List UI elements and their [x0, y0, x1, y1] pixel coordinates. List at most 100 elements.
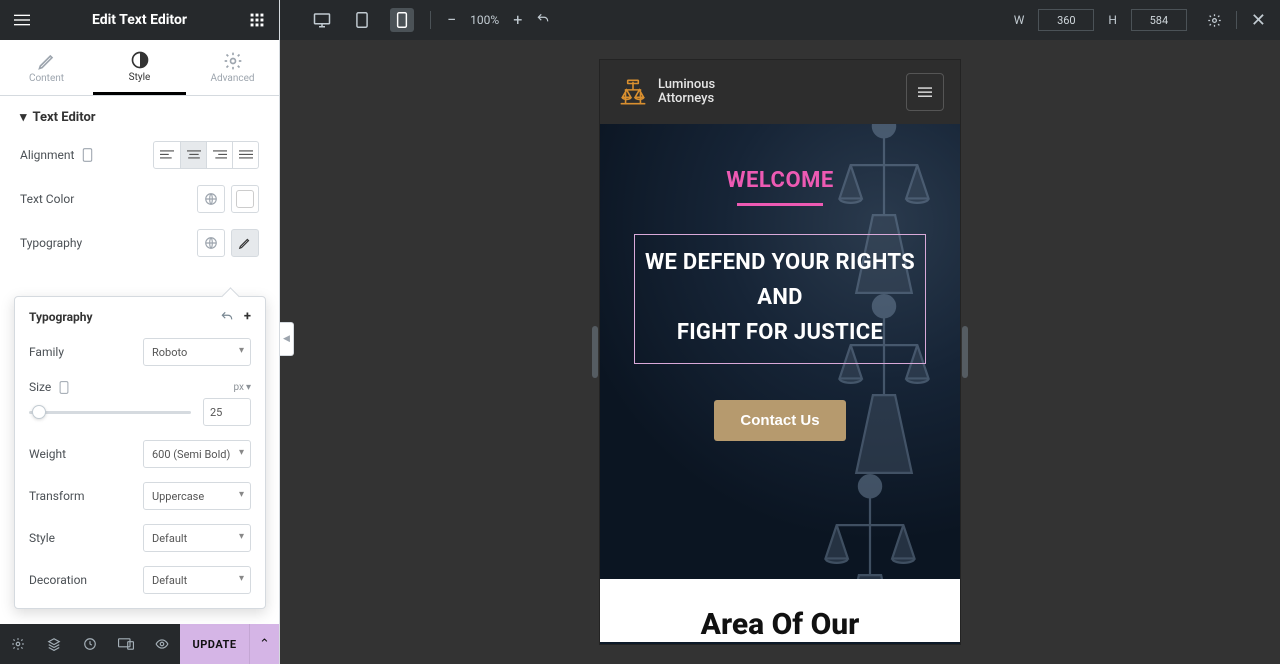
- undo-icon: [220, 310, 234, 324]
- hero-title-selected-element[interactable]: WE DEFEND YOUR RIGHTS AND FIGHT FOR JUST…: [634, 234, 926, 364]
- footer-responsive-button[interactable]: [108, 624, 144, 664]
- panel-tabs: Content Style Advanced: [0, 40, 279, 96]
- height-label: H: [1108, 13, 1117, 27]
- font-style-select[interactable]: Default: [143, 524, 251, 552]
- text-decoration-value: Default: [152, 574, 187, 587]
- tab-style-label: Style: [129, 72, 151, 83]
- apps-grid-button[interactable]: [243, 13, 271, 27]
- justice-statue-decoration: [810, 464, 930, 579]
- align-justify-button[interactable]: [232, 142, 258, 168]
- font-style-label: Style: [29, 531, 55, 545]
- font-size-value: 25: [210, 406, 222, 419]
- font-size-unit-select[interactable]: px ▾: [233, 382, 251, 393]
- align-left-button[interactable]: [154, 142, 180, 168]
- preview-canvas: Luminous Attorneys WELCOME: [280, 40, 1280, 664]
- update-button[interactable]: UPDATE: [180, 624, 249, 664]
- text-decoration-label: Decoration: [29, 573, 87, 587]
- font-size-slider[interactable]: [29, 411, 191, 414]
- color-swatch-white: [236, 190, 254, 208]
- hero-welcome-text[interactable]: WELCOME: [726, 168, 834, 193]
- responsive-device-icon[interactable]: [82, 148, 93, 162]
- footer-navigator-button[interactable]: [36, 624, 72, 664]
- zoom-reset-button[interactable]: [536, 12, 550, 29]
- panel-title: Edit Text Editor: [92, 12, 187, 28]
- eye-icon: [154, 637, 170, 651]
- device-mobile-button[interactable]: [390, 8, 414, 32]
- font-size-input[interactable]: 25: [203, 398, 251, 426]
- typography-popover: Typography + Family Roboto Size px ▾ 25: [14, 296, 266, 609]
- pencil-icon: [37, 51, 57, 71]
- typography-label: Typography: [20, 236, 82, 250]
- preview-resize-handle-left[interactable]: [592, 326, 598, 378]
- panel-collapse-handle[interactable]: ◀: [280, 322, 294, 356]
- tab-advanced[interactable]: Advanced: [186, 40, 279, 95]
- hamburger-icon: [916, 85, 934, 99]
- globe-icon: [204, 192, 218, 206]
- zoom-in-button[interactable]: +: [513, 12, 522, 28]
- hamburger-icon: [14, 12, 30, 28]
- topbar: − 100% + W 360 H 584 ✕: [280, 0, 1280, 40]
- popover-title: Typography: [29, 310, 93, 324]
- width-input[interactable]: 360: [1038, 9, 1094, 31]
- preview-resize-handle-right[interactable]: [962, 326, 968, 378]
- site-logo-line1: Luminous: [658, 78, 715, 92]
- footer-preview-button[interactable]: [144, 624, 180, 664]
- hero-welcome-underline: [737, 203, 823, 206]
- tab-style[interactable]: Style: [93, 40, 186, 95]
- devices-icon: [118, 637, 134, 651]
- text-color-label: Text Color: [20, 192, 74, 206]
- zoom-out-button[interactable]: −: [447, 12, 456, 28]
- align-right-button[interactable]: [206, 142, 232, 168]
- height-input[interactable]: 584: [1131, 9, 1187, 31]
- text-transform-select[interactable]: Uppercase: [143, 482, 251, 510]
- mobile-icon: [396, 12, 408, 28]
- site-logo[interactable]: Luminous Attorneys: [616, 75, 715, 109]
- panel-menu-button[interactable]: [8, 12, 36, 28]
- practice-area-section: Area Of Our: [600, 579, 960, 642]
- layers-icon: [47, 637, 61, 651]
- zoom-level: 100%: [470, 13, 499, 27]
- typography-edit-button[interactable]: [231, 229, 259, 257]
- contrast-icon: [130, 50, 150, 70]
- footer-history-button[interactable]: [72, 624, 108, 664]
- device-tablet-button[interactable]: [350, 8, 374, 32]
- align-center-button[interactable]: [180, 142, 206, 168]
- update-options-button[interactable]: ⌃: [249, 624, 279, 664]
- section-title-texteditor[interactable]: ▾ Text Editor: [20, 110, 259, 125]
- section2-title[interactable]: Area Of Our: [701, 607, 860, 642]
- width-label: W: [1014, 13, 1025, 27]
- topbar-separator: [1236, 11, 1237, 29]
- gear-icon: [223, 51, 243, 71]
- device-desktop-button[interactable]: [310, 8, 334, 32]
- plus-icon: +: [513, 10, 522, 29]
- topbar-settings-button[interactable]: [1207, 13, 1222, 28]
- site-menu-toggle[interactable]: [906, 73, 944, 111]
- text-color-global-button[interactable]: [197, 185, 225, 213]
- text-decoration-select[interactable]: Default: [143, 566, 251, 594]
- align-left-icon: [160, 148, 174, 162]
- globe-icon: [204, 236, 218, 250]
- font-style-value: Default: [152, 532, 187, 545]
- control-text-color: Text Color: [20, 185, 259, 213]
- font-family-select[interactable]: Roboto: [143, 338, 251, 366]
- footer-settings-button[interactable]: [0, 624, 36, 664]
- popover-add-button[interactable]: +: [244, 309, 251, 324]
- responsive-device-icon[interactable]: [59, 381, 69, 394]
- text-transform-label: Transform: [29, 489, 85, 503]
- typography-global-button[interactable]: [197, 229, 225, 257]
- update-button-label: UPDATE: [192, 638, 236, 651]
- text-color-picker-button[interactable]: [231, 185, 259, 213]
- popover-reset-button[interactable]: [220, 309, 234, 324]
- section-title-label: Text Editor: [33, 110, 96, 125]
- tablet-icon: [355, 12, 369, 28]
- chevron-down-icon: ▾: [246, 382, 251, 393]
- contact-us-button[interactable]: Contact Us: [714, 400, 845, 441]
- workspace: − 100% + W 360 H 584 ✕: [280, 0, 1280, 664]
- slider-thumb[interactable]: [32, 405, 46, 419]
- font-weight-select[interactable]: 600 (Semi Bold): [143, 440, 251, 468]
- topbar-close-button[interactable]: ✕: [1251, 10, 1266, 31]
- gear-icon: [1207, 13, 1222, 28]
- topbar-separator: [430, 11, 431, 29]
- hero-section: WELCOME WE DEFEND YOUR RIGHTS AND FIGHT …: [600, 124, 960, 579]
- tab-content[interactable]: Content: [0, 40, 93, 95]
